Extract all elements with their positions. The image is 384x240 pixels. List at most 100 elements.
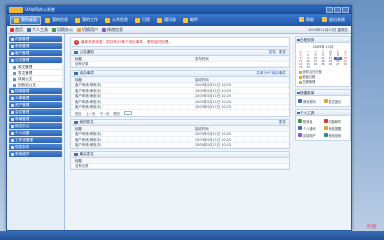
tool-link[interactable]: 短消息 xyxy=(298,118,323,124)
sidebar-group[interactable]: 会议管理 xyxy=(9,109,62,115)
first-page-link[interactable]: 首页 xyxy=(75,111,82,116)
window-controls xyxy=(326,7,349,13)
calendar-day[interactable]: 24 xyxy=(312,63,319,66)
minimize-button[interactable] xyxy=(326,7,333,13)
nav-item-desktop[interactable]: 我的桌面 xyxy=(10,15,41,25)
mail-icon xyxy=(183,17,188,23)
calendar-panel: 日程安排 2009年 11月 日一二三四五六 1 2 3 4 5 6 7 8 9 10 11 12 13 1… xyxy=(295,36,351,87)
close-button[interactable] xyxy=(342,7,349,13)
sidebar-group[interactable]: 综合办公 xyxy=(9,123,62,129)
main-content: ! 最新系统消息：您共有29条个待办事件，请您及时处理。 公告通知 发布 更多 标… xyxy=(67,36,293,228)
panel-title: 待办事项 xyxy=(79,71,94,75)
user-icon xyxy=(77,27,81,32)
panel-inbox: 我的收文 更多 标题 接收时间 客户申请(审批中) 2009年5月11日 10:25… xyxy=(70,119,290,149)
sidebar-group-active[interactable]: 公文管理 xyxy=(9,57,62,63)
quick-menu-panel: 快捷菜单 修改资料 发文登记 xyxy=(295,89,351,107)
public-icon xyxy=(105,17,110,23)
nav-item-schedule[interactable]: 日程 xyxy=(132,16,153,25)
quick-link[interactable]: 发文登记 xyxy=(323,98,349,104)
toolbar-home[interactable]: 首页 xyxy=(10,27,23,33)
logout-icon xyxy=(322,17,327,22)
panel-todo: 待办事项 共有29个待办事件 标题 接收时间 客户申请(审批中) 2009年5月11… xyxy=(70,70,290,117)
table-row[interactable]: 客户申请(审批中) 2009年5月11日 10:25 xyxy=(71,105,289,110)
calendar-title: 日程安排 xyxy=(296,37,350,43)
nav-item-work[interactable]: 我的工作 xyxy=(72,16,101,25)
prev-page-link[interactable]: 上一页 xyxy=(86,111,96,116)
sidebar-group[interactable]: 车辆管理 xyxy=(9,116,62,122)
next-page-link[interactable]: 下一页 xyxy=(99,111,109,116)
sidebar-group[interactable]: 系统管理 xyxy=(9,43,62,49)
calendar-day[interactable]: 26 xyxy=(327,63,334,66)
inbox-icon xyxy=(74,120,78,125)
info-icon xyxy=(45,17,50,23)
message-icon xyxy=(298,119,302,123)
calendar-day[interactable]: 30 xyxy=(304,66,311,69)
signature: 刘丽 xyxy=(365,224,376,230)
user-icon xyxy=(298,133,302,137)
tool-link[interactable]: 个人通讯 xyxy=(298,125,323,131)
toolbar-edit-info[interactable]: 修改信息 xyxy=(102,27,123,33)
nav-right: 帮助 退出系统 xyxy=(296,15,348,24)
calendar-link[interactable]: 日程管理 xyxy=(299,80,347,85)
toolbar-tools[interactable]: 个人工具 xyxy=(27,27,48,33)
sidebar-group[interactable]: 信息发布 xyxy=(9,144,62,150)
table-row[interactable]: 客户申请(审批中) 2009年5月11日 10:25 xyxy=(71,143,289,148)
link-icon xyxy=(299,71,302,74)
calendar-day[interactable]: 28 xyxy=(342,63,349,66)
tools-panel: 个人工具 短消息 内部邮件 个人通讯 系统提醒 区域用户 修改密码 xyxy=(295,109,351,141)
sidebar-group[interactable]: 资产管理 xyxy=(9,102,62,108)
tool-link[interactable]: 区域用户 xyxy=(298,132,323,138)
toolbar-switch-user[interactable]: 切换用户 xyxy=(77,27,98,33)
tool-link[interactable]: 系统提醒 xyxy=(323,125,349,131)
sidebar-group[interactable]: 人事管理 xyxy=(9,95,62,101)
tool-link[interactable]: 修改密码 xyxy=(323,132,349,138)
nav-item-public[interactable]: 公共信息 xyxy=(102,16,131,25)
sidebar-group[interactable]: 内部管理 xyxy=(9,36,62,42)
calendar-grid: 日一二三四五六 1 2 3 4 5 6 7 8 9 10 11 12 13 14 15 16 17 18 19 20 21… xyxy=(296,50,350,69)
calendar-day[interactable]: 27 xyxy=(334,63,341,66)
nav-item-mail[interactable]: 邮件 xyxy=(180,16,201,25)
calendar-month[interactable]: 2009年 11月 xyxy=(296,43,350,50)
todo-icon xyxy=(74,71,78,76)
help-button[interactable]: 帮助 xyxy=(296,15,317,24)
page-input[interactable] xyxy=(123,111,132,115)
switch-icon xyxy=(52,27,56,32)
announcement-icon xyxy=(74,50,78,55)
publish-link[interactable]: 发布 xyxy=(269,50,276,55)
toolbar-switch-office[interactable]: 切换办公 xyxy=(52,27,73,33)
title-bar: OA协同办公系统 xyxy=(7,6,351,14)
sidebar-group[interactable]: 档案管理 xyxy=(9,88,62,94)
main-nav: 我的桌面 我的信息 我的工作 公共信息 日程 通讯录 邮件 帮助 退出系统 xyxy=(7,14,351,26)
more-link[interactable]: 更多 xyxy=(279,120,286,125)
panel-title: 最近发文 xyxy=(79,152,94,156)
panel-recent-dispatch: 最近发文 标题 没有记录 xyxy=(70,151,290,170)
tool-link[interactable]: 内部邮件 xyxy=(323,118,349,124)
dispatch-icon xyxy=(74,152,78,157)
help-icon xyxy=(299,17,304,22)
todo-count-link[interactable]: 共有29个待办事件 xyxy=(256,71,286,76)
app-window: OA协同办公系统 我的桌面 我的信息 我的工作 公共信息 日程 通讯录 邮件 帮… xyxy=(6,5,352,231)
table-row: 没有记录 xyxy=(71,164,289,169)
calendar-icon xyxy=(135,17,140,23)
maximize-button[interactable] xyxy=(334,7,341,13)
last-page-link[interactable]: 尾页 xyxy=(113,111,120,116)
contacts-icon xyxy=(157,17,162,23)
sidebar: 内部管理 系统管理 客户管理 公文管理 收文管理 发文管理 待阅公文 回收站公文… xyxy=(7,34,65,230)
nav-item-info[interactable]: 我的信息 xyxy=(42,16,71,25)
window-title: OA协同办公系统 xyxy=(25,7,55,12)
logout-button[interactable]: 退出系统 xyxy=(319,15,348,24)
sidebar-group[interactable]: 个人设置 xyxy=(9,130,62,136)
pager: 首页 上一页 下一页 尾页 xyxy=(71,110,289,116)
nav-item-contacts[interactable]: 通讯录 xyxy=(154,16,179,25)
right-column: 日程安排 2009年 11月 日一二三四五六 1 2 3 4 5 6 7 8 9 10 11 12 13 1… xyxy=(295,36,351,228)
warning-icon: ! xyxy=(74,39,79,45)
calendar-day[interactable]: 25 xyxy=(319,63,326,66)
quick-menu-title: 快捷菜单 xyxy=(296,90,350,96)
quick-link[interactable]: 修改资料 xyxy=(298,98,323,104)
contacts-icon xyxy=(298,126,302,130)
sidebar-group[interactable]: 工作流管理 xyxy=(9,137,62,143)
more-link[interactable]: 更多 xyxy=(279,50,286,55)
calendar-day[interactable]: 29 xyxy=(297,66,304,69)
sidebar-group[interactable]: 客户管理 xyxy=(9,50,62,56)
sidebar-group[interactable]: 系统维护 xyxy=(9,151,62,157)
